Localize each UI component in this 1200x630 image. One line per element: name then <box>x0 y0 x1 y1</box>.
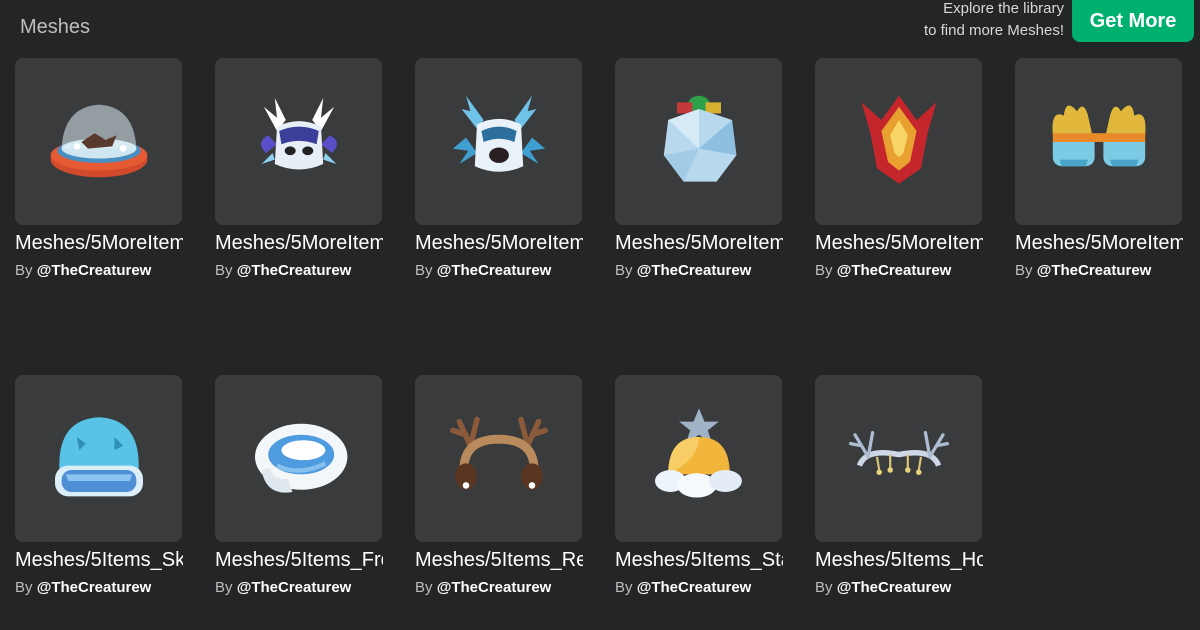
creator-link[interactable]: @TheCreaturew <box>637 579 752 596</box>
explore-line-1: Explore the library <box>943 0 1064 17</box>
section-title: Meshes <box>20 16 91 38</box>
mesh-name[interactable]: Meshes/5MoreItems_FlameCrown <box>815 230 983 256</box>
mesh-card[interactable]: Meshes/5MoreItems_IceHorns By @TheCreatu… <box>415 58 583 279</box>
star-cloud-hat-icon <box>654 407 742 497</box>
frost-scarf-icon <box>254 423 347 493</box>
creator-line: By @TheCreaturew <box>215 579 352 596</box>
mesh-name[interactable]: Meshes/5Items_HolidayAntlers <box>815 547 983 573</box>
mesh-name[interactable]: Meshes/5MoreItems_ThunderHorns <box>215 230 383 256</box>
mesh-thumbnail[interactable] <box>815 58 982 225</box>
creator-link[interactable]: @TheCreaturew <box>837 579 952 596</box>
creator-link[interactable]: @TheCreaturew <box>37 579 152 596</box>
creator-line: By @TheCreaturew <box>415 579 552 596</box>
mesh-thumbnail[interactable] <box>15 58 182 225</box>
mesh-thumbnail[interactable] <box>1015 58 1182 225</box>
mesh-thumbnail[interactable] <box>615 58 782 225</box>
creator-line: By @TheCreaturew <box>15 579 152 596</box>
creator-link[interactable]: @TheCreaturew <box>1037 262 1152 279</box>
flame-glasses-icon <box>1051 105 1146 166</box>
reindeer-earmuffs-icon <box>449 416 548 490</box>
mesh-card[interactable]: Meshes/5Items_ReindeerEarmuffs By @TheCr… <box>415 375 583 596</box>
creator-line: By @TheCreaturew <box>815 579 952 596</box>
mesh-name[interactable]: Meshes/5Items_ReindeerEarmuffs <box>415 547 583 573</box>
mesh-thumbnail[interactable] <box>15 375 182 542</box>
explore-line-2: to find more Meshes! <box>923 22 1064 39</box>
get-more-button[interactable]: Get More <box>1072 0 1194 42</box>
antler-headband-icon <box>848 430 949 475</box>
explore-library-text: Explore the library to find more Meshes! <box>924 0 1064 42</box>
ski-helmet-icon <box>54 416 143 496</box>
mesh-thumbnail[interactable] <box>815 375 982 542</box>
creator-line: By @TheCreaturew <box>415 262 552 279</box>
mesh-thumbnail[interactable] <box>615 375 782 542</box>
mesh-card[interactable]: Meshes/5Items_FrostScarf By @TheCreature… <box>215 375 383 596</box>
mesh-thumbnail[interactable] <box>215 58 382 225</box>
creator-link[interactable]: @TheCreaturew <box>237 262 352 279</box>
mesh-card[interactable]: Meshes/5MoreItems_IceCrystalHat By @TheC… <box>615 58 783 279</box>
creator-link[interactable]: @TheCreaturew <box>237 579 352 596</box>
mesh-card[interactable]: Meshes/5Items_SkiHelmet By @TheCreaturew <box>15 375 183 596</box>
creator-link[interactable]: @TheCreaturew <box>437 579 552 596</box>
flame-crown-icon <box>861 95 936 184</box>
mesh-card[interactable]: Meshes/5Items_StarCloudHat By @TheCreatu… <box>615 375 783 596</box>
ice-crystal-hat-icon <box>663 95 736 182</box>
mesh-name[interactable]: Meshes/5MoreItems_FlameShades <box>1015 230 1183 256</box>
mesh-name[interactable]: Meshes/5Items_SkiHelmet <box>15 547 183 573</box>
storm-horns-icon <box>260 97 337 169</box>
ice-horns-icon <box>452 95 545 172</box>
mesh-card[interactable]: Meshes/5MoreItems_Snowglobe By @TheCreat… <box>15 58 183 279</box>
mesh-name[interactable]: Meshes/5MoreItems_Snowglobe <box>15 230 183 256</box>
mesh-card[interactable]: Meshes/5MoreItems_FlameShades By @TheCre… <box>1015 58 1183 279</box>
creator-link[interactable]: @TheCreaturew <box>37 262 152 279</box>
mesh-thumbnail[interactable] <box>215 375 382 542</box>
mesh-name[interactable]: Meshes/5MoreItems_IceCrystalHat <box>615 230 783 256</box>
mesh-card[interactable]: Meshes/5Items_HolidayAntlers By @TheCrea… <box>815 375 983 596</box>
creator-line: By @TheCreaturew <box>15 262 152 279</box>
creator-line: By @TheCreaturew <box>1015 262 1152 279</box>
creator-link[interactable]: @TheCreaturew <box>637 262 752 279</box>
mesh-name[interactable]: Meshes/5Items_FrostScarf <box>215 547 383 573</box>
mesh-card[interactable]: Meshes/5MoreItems_ThunderHorns By @TheCr… <box>215 58 383 279</box>
creator-line: By @TheCreaturew <box>215 262 352 279</box>
creator-line: By @TheCreaturew <box>615 262 752 279</box>
mesh-thumbnail[interactable] <box>415 375 582 542</box>
creator-line: By @TheCreaturew <box>615 579 752 596</box>
snowglobe-hat-icon <box>50 104 147 177</box>
creator-link[interactable]: @TheCreaturew <box>437 262 552 279</box>
mesh-name[interactable]: Meshes/5Items_StarCloudHat <box>615 547 783 573</box>
creator-line: By @TheCreaturew <box>815 262 952 279</box>
mesh-name[interactable]: Meshes/5MoreItems_IceHorns <box>415 230 583 256</box>
creator-link[interactable]: @TheCreaturew <box>837 262 952 279</box>
mesh-card[interactable]: Meshes/5MoreItems_FlameCrown By @TheCrea… <box>815 58 983 279</box>
mesh-thumbnail[interactable] <box>415 58 582 225</box>
